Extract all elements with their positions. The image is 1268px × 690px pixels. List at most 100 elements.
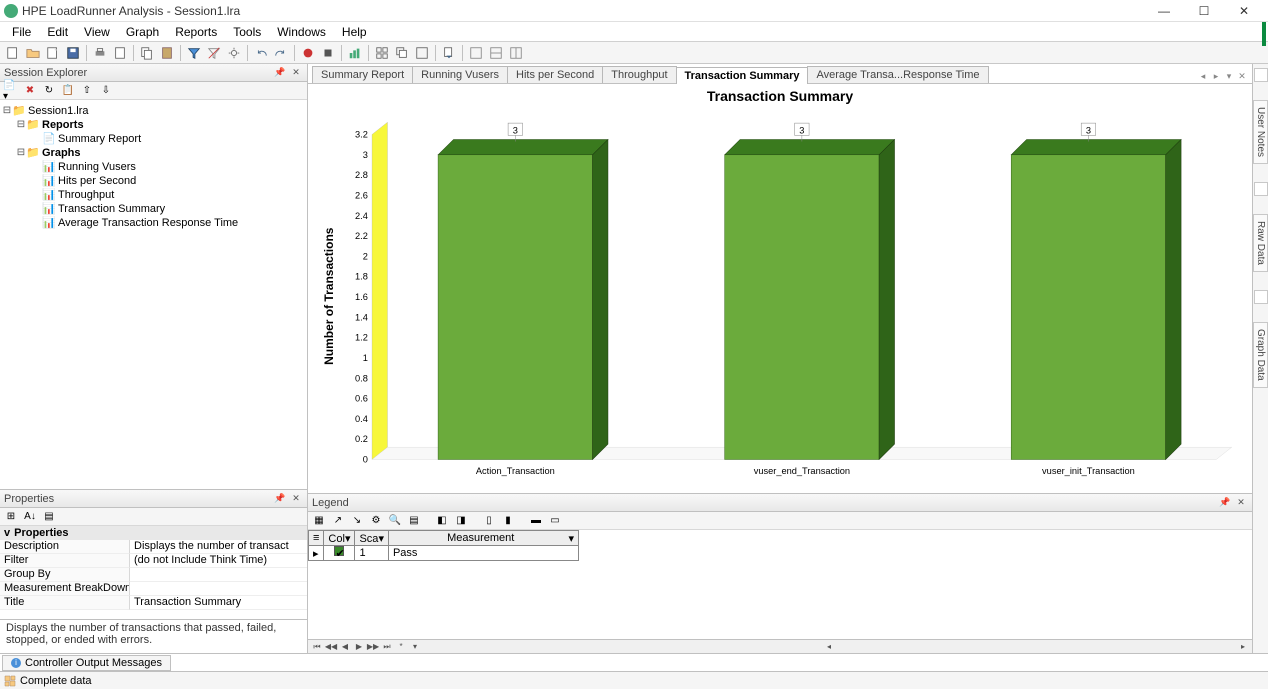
- right-tab-icon-2[interactable]: [1254, 290, 1268, 304]
- tree-graphs[interactable]: Graphs: [42, 146, 81, 160]
- tb-print[interactable]: [91, 44, 109, 62]
- menu-windows[interactable]: Windows: [269, 23, 334, 41]
- menu-graph[interactable]: Graph: [118, 23, 167, 41]
- tb-a3[interactable]: [507, 44, 525, 62]
- lg-btn-9[interactable]: ▮: [500, 513, 516, 529]
- tree-reports[interactable]: Reports: [42, 118, 84, 132]
- tb-filter[interactable]: [185, 44, 203, 62]
- menu-view[interactable]: View: [76, 23, 118, 41]
- prop-pages-icon[interactable]: ▤: [41, 509, 57, 525]
- lg-row-meas[interactable]: Pass: [388, 546, 578, 561]
- menu-reports[interactable]: Reports: [167, 23, 225, 41]
- tb-export[interactable]: [440, 44, 458, 62]
- lg-btn-2[interactable]: ↘: [349, 513, 365, 529]
- lg-row-scale[interactable]: 1: [355, 546, 389, 561]
- tb-clear-filter[interactable]: [205, 44, 223, 62]
- tb-open[interactable]: [24, 44, 42, 62]
- se-copy-icon[interactable]: 📋: [60, 83, 76, 99]
- se-down-icon[interactable]: ⇩: [98, 83, 114, 99]
- lg-row-sel[interactable]: ▸: [309, 546, 324, 561]
- tab-throughput[interactable]: Throughput: [602, 66, 676, 83]
- tb-new[interactable]: [4, 44, 22, 62]
- se-new-icon[interactable]: 📄▾: [3, 83, 19, 99]
- lg-btn-3[interactable]: ⚙: [368, 513, 384, 529]
- menu-file[interactable]: File: [4, 23, 39, 41]
- tab-running-vusers[interactable]: Running Vusers: [412, 66, 508, 83]
- menu-help[interactable]: Help: [334, 23, 375, 41]
- tree-graph-4[interactable]: Average Transaction Response Time: [58, 216, 238, 230]
- lg-hdr-meas[interactable]: Measurement▾: [388, 531, 578, 546]
- tb-rec[interactable]: [299, 44, 317, 62]
- lg-btn-5[interactable]: ▤: [406, 513, 422, 529]
- lg-btn-7[interactable]: ◨: [453, 513, 469, 529]
- properties-pin-icon[interactable]: 📌: [273, 492, 287, 506]
- menu-tools[interactable]: Tools: [225, 23, 269, 41]
- lg-btn-8[interactable]: ▯: [481, 513, 497, 529]
- ls-drop[interactable]: ▾: [409, 641, 421, 653]
- lg-btn-1[interactable]: ↗: [330, 513, 346, 529]
- tb-undo[interactable]: [252, 44, 270, 62]
- ls-fwd[interactable]: ▶: [353, 641, 365, 653]
- tab-hits-per-second[interactable]: Hits per Second: [507, 66, 603, 83]
- lg-row-col[interactable]: ✔: [324, 546, 355, 561]
- lg-hdr-0[interactable]: ≡: [309, 531, 324, 546]
- ls-scroll-r[interactable]: ▸: [1237, 641, 1249, 653]
- tb-page[interactable]: [111, 44, 129, 62]
- session-tree[interactable]: ⊟📁Session1.lra ⊟📁Reports 📄Summary Report…: [0, 100, 307, 489]
- right-tab-icon-1[interactable]: [1254, 182, 1268, 196]
- tb-tile[interactable]: [373, 44, 391, 62]
- minimize-button[interactable]: —: [1144, 1, 1184, 21]
- tb-chart1[interactable]: [346, 44, 364, 62]
- legend-table[interactable]: ≡ Col▾ Sca▾ Measurement▾ ▸ ✔ 1 Pass: [308, 530, 579, 561]
- tb-save[interactable]: [64, 44, 82, 62]
- right-tab-graph-data[interactable]: Graph Data: [1253, 322, 1268, 388]
- close-button[interactable]: ✕: [1224, 1, 1264, 21]
- tab-nav-right[interactable]: ▸: [1210, 69, 1222, 83]
- lg-btn-10[interactable]: ▬: [528, 513, 544, 529]
- prop-val-4[interactable]: Transaction Summary: [130, 596, 307, 610]
- lg-btn-6[interactable]: ◧: [434, 513, 450, 529]
- ls-first[interactable]: ⏮: [311, 641, 323, 653]
- tree-graph-3[interactable]: Transaction Summary: [58, 202, 165, 216]
- prop-val-0[interactable]: Displays the number of transact: [130, 540, 307, 554]
- lg-hdr-col[interactable]: Col▾: [324, 531, 355, 546]
- maximize-button[interactable]: ☐: [1184, 1, 1224, 21]
- tb-a2[interactable]: [487, 44, 505, 62]
- tab-avg-trans-resp-time[interactable]: Average Transa...Response Time: [807, 66, 988, 83]
- tb-full[interactable]: [413, 44, 431, 62]
- tb-paste[interactable]: [158, 44, 176, 62]
- right-tab-icon-0[interactable]: [1254, 68, 1268, 82]
- ls-scroll-l[interactable]: ◂: [823, 641, 835, 653]
- tb-stop[interactable]: [319, 44, 337, 62]
- panel-pin-icon[interactable]: 📌: [273, 66, 287, 80]
- prop-val-3[interactable]: [130, 582, 307, 596]
- se-delete-icon[interactable]: ✖: [22, 83, 38, 99]
- tb-settings[interactable]: [225, 44, 243, 62]
- ls-back[interactable]: ◀: [339, 641, 351, 653]
- se-up-icon[interactable]: ⇧: [79, 83, 95, 99]
- ls-next[interactable]: ▶▶: [367, 641, 379, 653]
- tab-nav-close[interactable]: ✕: [1236, 69, 1248, 83]
- tree-root[interactable]: Session1.lra: [28, 104, 89, 118]
- tab-transaction-summary[interactable]: Transaction Summary: [676, 67, 809, 84]
- tree-graph-1[interactable]: Hits per Second: [58, 174, 136, 188]
- prop-cat-icon[interactable]: ⊞: [3, 509, 19, 525]
- tree-graph-0[interactable]: Running Vusers: [58, 160, 136, 174]
- tree-graph-2[interactable]: Throughput: [58, 188, 114, 202]
- lg-btn-0[interactable]: ▦: [311, 513, 327, 529]
- lg-hdr-sca[interactable]: Sca▾: [355, 531, 389, 546]
- panel-close-icon[interactable]: ✕: [289, 66, 303, 80]
- tab-summary-report[interactable]: Summary Report: [312, 66, 413, 83]
- menu-edit[interactable]: Edit: [39, 23, 76, 41]
- tab-nav-left[interactable]: ◂: [1197, 69, 1209, 83]
- ls-last[interactable]: ⏭: [381, 641, 393, 653]
- properties-close-icon[interactable]: ✕: [289, 492, 303, 506]
- tb-redo[interactable]: [272, 44, 290, 62]
- ls-star[interactable]: *: [395, 641, 407, 653]
- se-refresh-icon[interactable]: ↻: [41, 83, 57, 99]
- tb-cascade[interactable]: [393, 44, 411, 62]
- ls-prev[interactable]: ◀◀: [325, 641, 337, 653]
- tb-copy[interactable]: [138, 44, 156, 62]
- prop-val-1[interactable]: (do not Include Think Time): [130, 554, 307, 568]
- lg-btn-4[interactable]: 🔍: [387, 513, 403, 529]
